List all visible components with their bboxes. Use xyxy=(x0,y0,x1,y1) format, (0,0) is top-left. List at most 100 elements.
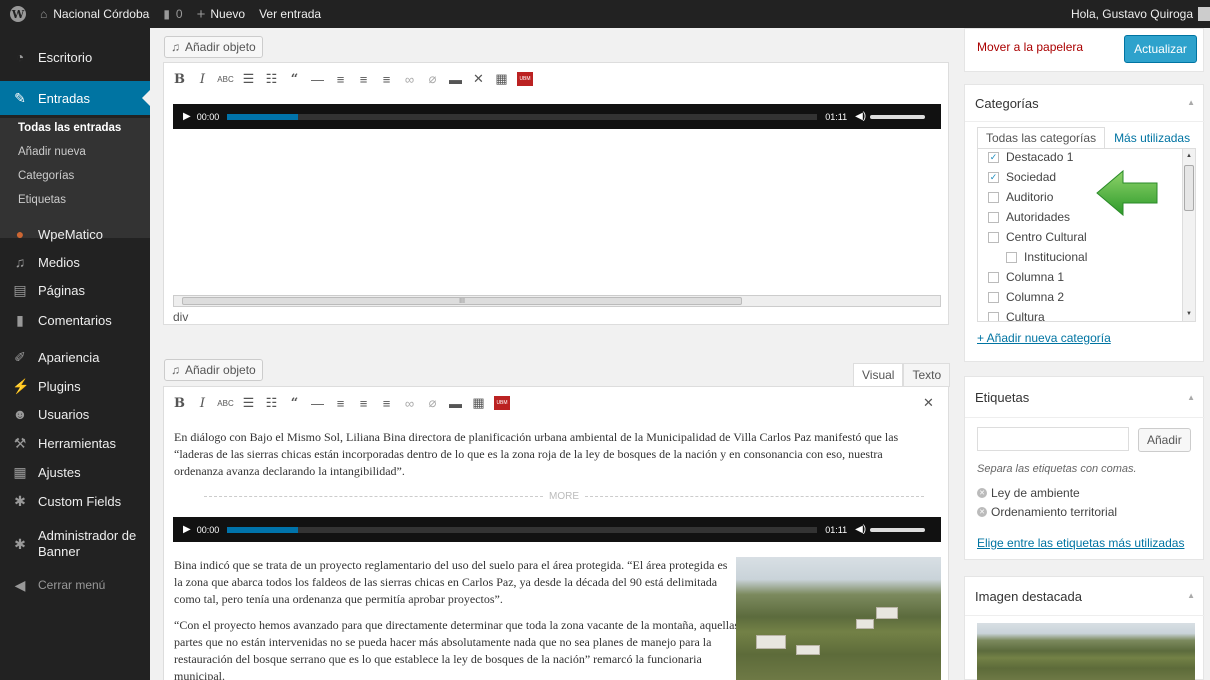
menu-comentarios[interactable]: ▮ Comentarios xyxy=(0,307,150,333)
add-tag-button[interactable]: Añadir xyxy=(1138,428,1191,452)
ubm-icon[interactable]: UBM xyxy=(494,396,510,410)
align-right-button[interactable]: ≡ xyxy=(375,392,398,414)
category-item[interactable]: Institucional xyxy=(1006,250,1087,264)
align-center-button[interactable]: ≡ xyxy=(352,392,375,414)
menu-escritorio[interactable]: ◔ Escritorio xyxy=(0,42,150,72)
categories-title[interactable]: Categorías xyxy=(975,85,1039,121)
play-icon[interactable]: ▶ xyxy=(183,111,191,122)
new-content-menu[interactable]: + Nuevo xyxy=(190,0,252,28)
tags-title[interactable]: Etiquetas xyxy=(975,377,1029,417)
collapse-arrow-icon[interactable]: ▲ xyxy=(1187,591,1195,600)
menu-entradas[interactable]: ✎ Entradas xyxy=(0,81,150,115)
italic-button[interactable]: I xyxy=(191,68,214,90)
site-name-link[interactable]: ⌂ Nacional Córdoba xyxy=(33,0,156,28)
italic-button[interactable]: I xyxy=(191,392,214,414)
tab-visual[interactable]: Visual xyxy=(853,363,904,387)
bullet-list-button[interactable]: ☰ xyxy=(237,392,260,414)
fullscreen-icon[interactable]: ✕ xyxy=(917,392,940,414)
menu-custom-fields[interactable]: ✱ Custom Fields xyxy=(0,488,150,514)
submenu-categorias[interactable]: Categorías xyxy=(18,170,74,182)
submenu-etiquetas[interactable]: Etiquetas xyxy=(18,194,66,206)
volume-icon[interactable]: ◀) xyxy=(855,524,866,535)
category-item[interactable]: Centro Cultural xyxy=(988,230,1087,244)
player-progress[interactable] xyxy=(227,113,818,120)
bold-button[interactable]: B xyxy=(168,68,191,90)
strikethrough-button[interactable]: ABC xyxy=(214,68,237,90)
category-checkbox[interactable] xyxy=(988,191,999,203)
category-checkbox[interactable] xyxy=(988,311,999,321)
embedded-photo[interactable] xyxy=(736,557,941,680)
view-post-link[interactable]: Ver entrada xyxy=(252,0,328,28)
hscroll-thumb[interactable]: III xyxy=(182,297,742,305)
menu-apariencia[interactable]: ✐ Apariencia xyxy=(0,344,150,370)
category-checkbox[interactable] xyxy=(988,211,999,223)
featured-image-title[interactable]: Imagen destacada xyxy=(975,577,1082,615)
unlink-icon[interactable]: ⌀ xyxy=(421,68,444,90)
editor-1-hscroll[interactable]: III xyxy=(173,295,941,307)
add-media-button[interactable]: ♫ Añadir objeto xyxy=(164,36,263,58)
scroll-thumb[interactable] xyxy=(1184,165,1194,211)
collapse-menu[interactable]: ◀ Cerrar menú xyxy=(0,573,150,597)
category-item[interactable]: ✓ Destacado 1 xyxy=(988,150,1073,164)
fullscreen-icon[interactable]: ✕ xyxy=(467,68,490,90)
volume-icon[interactable]: ◀) xyxy=(855,111,866,122)
submenu-anadir[interactable]: Añadir nueva xyxy=(18,146,86,158)
hr-button[interactable]: — xyxy=(306,392,329,414)
category-item[interactable]: Columna 2 xyxy=(988,290,1064,304)
link-icon[interactable]: ∞ xyxy=(398,392,421,414)
align-right-button[interactable]: ≡ xyxy=(375,68,398,90)
category-checkbox[interactable] xyxy=(1006,251,1017,263)
blockquote-button[interactable]: “ xyxy=(283,68,306,90)
wp-logo-menu[interactable]: W xyxy=(0,0,33,28)
bold-button[interactable]: B xyxy=(168,392,191,414)
ubm-icon[interactable]: UBM xyxy=(517,72,533,86)
add-media-button-2[interactable]: ♫ Añadir objeto xyxy=(164,359,263,381)
tab-popular-categories[interactable]: Más utilizadas xyxy=(1105,127,1200,149)
category-checkbox[interactable] xyxy=(988,291,999,303)
remove-tag-icon[interactable]: ✕ xyxy=(977,488,987,498)
remove-tag-icon[interactable]: ✕ xyxy=(977,507,987,517)
scroll-down-icon[interactable]: ▼ xyxy=(1183,311,1195,317)
align-left-button[interactable]: ≡ xyxy=(329,68,352,90)
kitchen-sink-button[interactable]: ▦ xyxy=(467,392,490,414)
tab-all-categories[interactable]: Todas las categorías xyxy=(977,127,1106,149)
blockquote-button[interactable]: “ xyxy=(283,392,306,414)
strikethrough-button[interactable]: ABC xyxy=(214,392,237,414)
menu-ajustes[interactable]: ▦ Ajustes xyxy=(0,459,150,485)
paragraph-2[interactable]: Bina indicó que se trata de un proyecto … xyxy=(174,557,738,608)
link-icon[interactable]: ∞ xyxy=(398,68,421,90)
menu-wpematico[interactable]: ● WpeMatico xyxy=(0,221,150,247)
collapse-arrow-icon[interactable]: ▲ xyxy=(1187,98,1195,107)
menu-paginas[interactable]: ▤ Páginas xyxy=(0,277,150,303)
hr-button[interactable]: — xyxy=(306,68,329,90)
category-checkbox[interactable] xyxy=(988,271,999,283)
category-checkbox[interactable]: ✓ xyxy=(988,171,999,183)
paragraph-1[interactable]: En diálogo con Bajo el Mismo Sol, Lilian… xyxy=(174,429,934,480)
move-to-trash-link[interactable]: Mover a la papelera xyxy=(977,40,1083,54)
volume-slider[interactable] xyxy=(870,527,926,532)
add-new-category-link[interactable]: + Añadir nueva categoría xyxy=(977,331,1111,345)
more-tag-button[interactable]: ▬ xyxy=(444,392,467,414)
unlink-icon[interactable]: ⌀ xyxy=(421,392,444,414)
menu-herramientas[interactable]: ⚒ Herramientas xyxy=(0,430,150,456)
menu-usuarios[interactable]: ☻ Usuarios xyxy=(0,401,150,427)
category-checkbox[interactable]: ✓ xyxy=(988,151,999,163)
collapse-arrow-icon[interactable]: ▲ xyxy=(1187,393,1195,402)
menu-medios[interactable]: ♫ Medios xyxy=(0,249,150,275)
scroll-up-icon[interactable]: ▲ xyxy=(1183,153,1195,159)
kitchen-sink-button[interactable]: ▦ xyxy=(490,68,513,90)
category-item[interactable]: Cultura xyxy=(988,310,1045,321)
category-scrollbar[interactable]: ▲ ▼ xyxy=(1182,149,1195,321)
play-icon[interactable]: ▶ xyxy=(183,524,191,535)
update-button[interactable]: Actualizar xyxy=(1124,35,1197,63)
align-left-button[interactable]: ≡ xyxy=(329,392,352,414)
volume-slider[interactable] xyxy=(870,114,926,119)
numbered-list-button[interactable]: ☷ xyxy=(260,392,283,414)
category-item[interactable]: Columna 1 xyxy=(988,270,1064,284)
account-menu[interactable]: Hola, Gustavo Quiroga xyxy=(1064,0,1210,28)
new-tag-input[interactable] xyxy=(977,427,1129,451)
numbered-list-button[interactable]: ☷ xyxy=(260,68,283,90)
comments-link[interactable]: ▮ 0 xyxy=(156,0,189,28)
tab-text[interactable]: Texto xyxy=(903,363,951,387)
more-tag-button[interactable]: ▬ xyxy=(444,68,467,90)
